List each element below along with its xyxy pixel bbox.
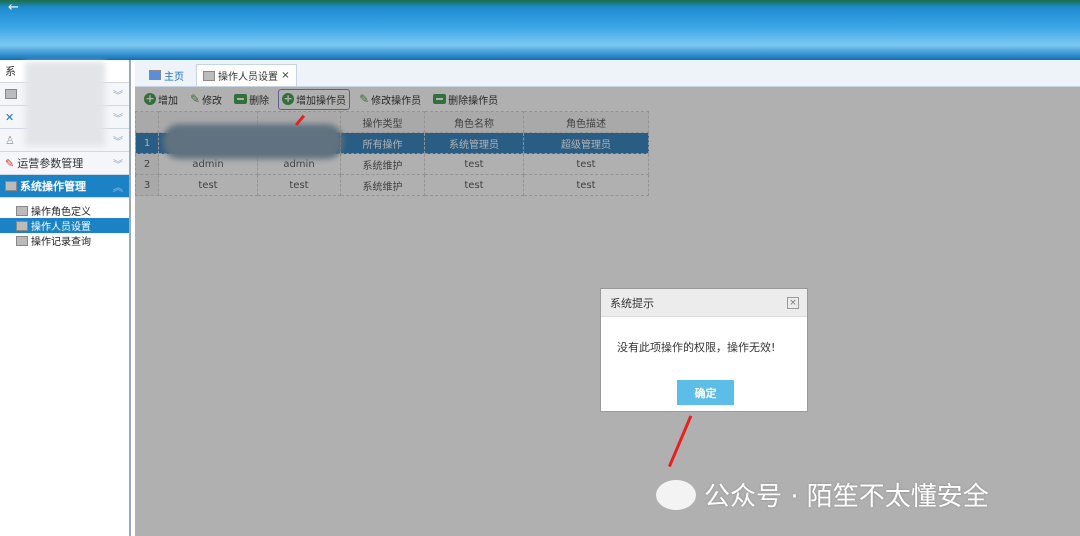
- chevron-down-icon: ︾: [113, 136, 123, 148]
- tab-home[interactable]: 主页: [143, 64, 190, 86]
- system-prompt-dialog: 系统提示 × 没有此项操作的权限，操作无效! 确定: [600, 288, 808, 412]
- redaction-blur: [25, 62, 105, 146]
- monitor-icon: [5, 181, 17, 191]
- watermark: 公众号 · 陌笙不太懂安全: [656, 476, 989, 513]
- close-tab-icon[interactable]: ×: [281, 70, 289, 81]
- sidebar-item-operation-log[interactable]: 操作记录查询: [0, 233, 129, 248]
- header-banner: ←: [0, 0, 1080, 60]
- sidebar-item-role-definition[interactable]: 操作角色定义: [0, 203, 129, 218]
- monitor-icon: [149, 70, 161, 80]
- dialog-header: 系统提示 ×: [601, 289, 807, 317]
- chevron-down-icon: ︾: [113, 159, 123, 171]
- chevron-up-icon: ︽: [113, 182, 123, 194]
- user-icon: ♙: [5, 133, 15, 147]
- close-icon[interactable]: ×: [787, 297, 799, 309]
- monitor-icon: [16, 235, 28, 246]
- sidebar: 系 ︾ ✕ ︾ ♙ ︾ ✎ 运营参数管理 ︾ 系统操作管理 ︽ 操作角色定义 操作人员设置…: [0, 60, 131, 536]
- wechat-icon: [656, 479, 696, 510]
- tab-bar: 主页 操作人员设置 ×: [135, 60, 1080, 87]
- dialog-message: 没有此项操作的权限，操作无效!: [617, 341, 776, 354]
- tools-icon: ✕: [5, 110, 15, 124]
- window-icon: [5, 89, 17, 99]
- back-icon[interactable]: ←: [8, 0, 19, 15]
- edit-icon: ✎: [5, 156, 15, 170]
- sidebar-item-operator-settings[interactable]: 操作人员设置: [0, 218, 129, 233]
- confirm-button[interactable]: 确定: [677, 380, 734, 405]
- monitor-icon: [16, 220, 28, 231]
- sidebar-group-ops-params[interactable]: ✎ 运营参数管理 ︾: [0, 152, 129, 175]
- monitor-icon: [16, 205, 28, 216]
- sidebar-group-system-ops[interactable]: 系统操作管理 ︽: [0, 175, 129, 198]
- tab-operator-settings[interactable]: 操作人员设置 ×: [196, 64, 297, 86]
- chevron-down-icon: ︾: [113, 90, 123, 102]
- monitor-icon: [203, 70, 215, 81]
- chevron-icon: ︾: [113, 113, 123, 125]
